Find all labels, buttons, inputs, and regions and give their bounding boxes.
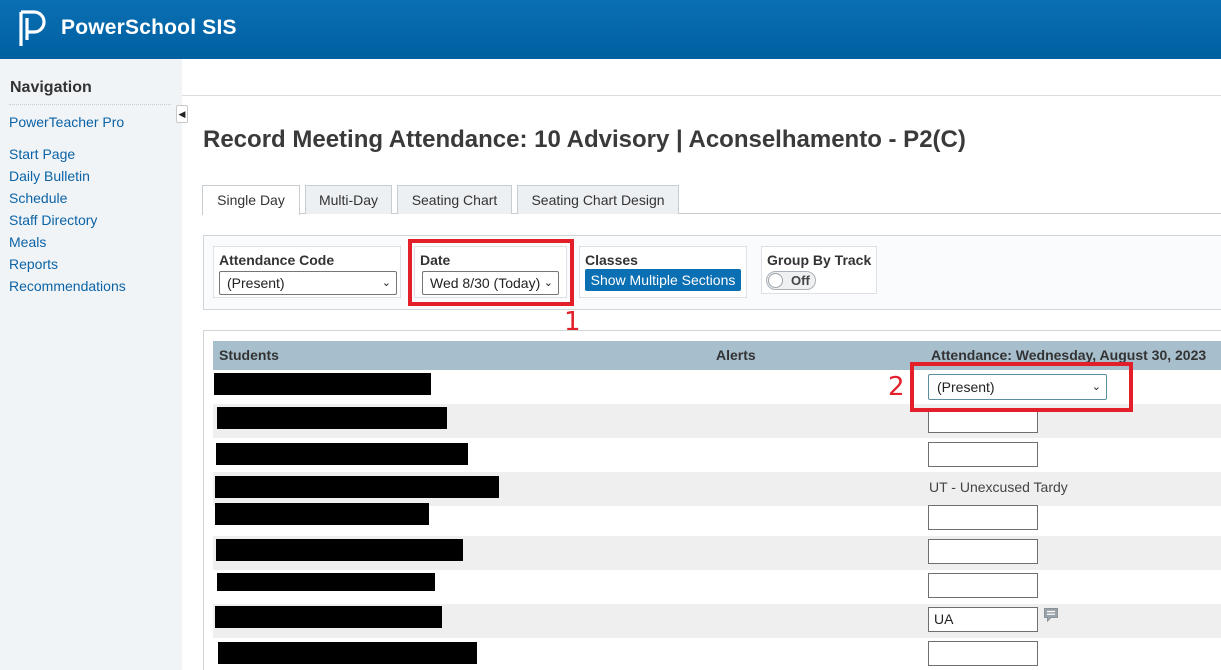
nav-link-daily-bulletin[interactable]: Daily Bulletin <box>9 168 90 184</box>
redacted-student-name[interactable] <box>216 443 468 465</box>
attendance-input[interactable] <box>928 442 1038 467</box>
attendance-code-label: Attendance Code <box>219 252 335 268</box>
nav-title: Navigation <box>10 79 92 96</box>
attendance-input[interactable] <box>928 573 1038 598</box>
redacted-student-name[interactable] <box>217 573 435 591</box>
group-by-track-toggle[interactable]: Off <box>766 271 816 290</box>
redacted-student-name[interactable] <box>215 476 499 498</box>
nav-link-staff-directory[interactable]: Staff Directory <box>9 212 97 228</box>
attendance-input[interactable] <box>928 505 1038 530</box>
tab-single-day[interactable]: Single Day <box>202 185 300 215</box>
redacted-student-name[interactable] <box>216 539 463 561</box>
tab-seating-chart[interactable]: Seating Chart <box>397 185 512 214</box>
toggle-knob <box>768 273 783 288</box>
attendance-input[interactable] <box>928 539 1038 564</box>
classes-label: Classes <box>585 252 638 268</box>
nav-link-recommendations[interactable]: Recommendations <box>9 278 126 294</box>
attendance-status-text: UT - Unexcused Tardy <box>929 479 1068 495</box>
brand-name[interactable]: PowerSchool SIS <box>61 16 237 40</box>
nav-link-reports[interactable]: Reports <box>9 256 58 272</box>
annotation-number-2: 2 <box>888 372 905 402</box>
top-strip <box>182 59 1221 96</box>
tab-multi-day[interactable]: Multi-Day <box>305 185 392 214</box>
redacted-student-name[interactable] <box>217 407 447 429</box>
column-header-attendance: Attendance: Wednesday, August 30, 2023 <box>931 347 1207 363</box>
tab-seating-chart-design[interactable]: Seating Chart Design <box>517 185 679 214</box>
attendance-input[interactable]: UA <box>928 607 1038 632</box>
attendance-code-value: (Present) <box>227 275 285 291</box>
annotation-box-1 <box>408 239 574 306</box>
group-by-track-label: Group By Track <box>767 252 872 268</box>
nav-link-powerteacher-pro[interactable]: PowerTeacher Pro <box>9 114 124 130</box>
powerschool-logo-icon[interactable] <box>18 10 50 48</box>
redacted-student-name[interactable] <box>215 503 429 525</box>
collapse-sidebar-icon[interactable]: ◀ <box>176 105 188 123</box>
column-header-students[interactable]: Students <box>219 347 279 363</box>
annotation-box-2 <box>910 362 1133 412</box>
nav-link-schedule[interactable]: Schedule <box>9 190 67 206</box>
redacted-student-name[interactable] <box>215 606 442 628</box>
nav-link-meals[interactable]: Meals <box>9 234 46 250</box>
column-header-alerts: Alerts <box>716 347 756 363</box>
attendance-code-select[interactable]: (Present) ⌄ <box>219 271 397 295</box>
app-header: PowerSchool SIS <box>0 0 1221 59</box>
toggle-state: Off <box>791 273 810 288</box>
redacted-student-name[interactable] <box>214 373 431 395</box>
show-multiple-sections-button[interactable]: Show Multiple Sections <box>585 269 741 291</box>
page-title: Record Meeting Attendance: 10 Advisory |… <box>203 126 966 153</box>
nav-link-start-page[interactable]: Start Page <box>9 146 75 162</box>
nav-divider <box>9 104 171 105</box>
attendance-input[interactable] <box>928 641 1038 666</box>
comment-icon[interactable] <box>1043 607 1059 623</box>
redacted-student-name[interactable] <box>218 642 477 664</box>
chevron-down-icon: ⌄ <box>381 277 391 289</box>
